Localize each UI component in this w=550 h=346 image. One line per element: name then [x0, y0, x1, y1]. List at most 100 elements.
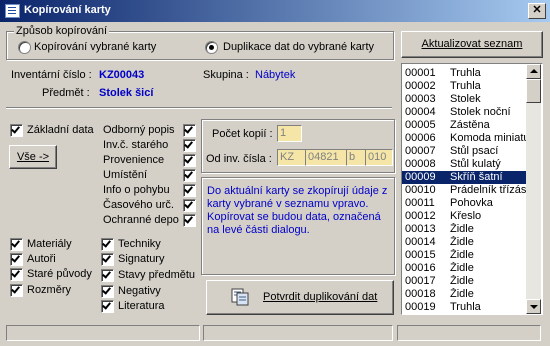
- check-old-origins-label[interactable]: Staré původy: [27, 268, 92, 280]
- check-signatures[interactable]: [101, 253, 114, 266]
- check-dating[interactable]: [183, 199, 196, 212]
- list-item-name: Židle: [450, 288, 474, 300]
- list-item[interactable]: 00016 Židle: [402, 262, 526, 275]
- list-item[interactable]: 00006 Komoda miniatu: [402, 132, 526, 145]
- check-expert-description[interactable]: [183, 124, 196, 137]
- list-item-name: Stůl kulatý: [450, 158, 501, 170]
- check-provenance[interactable]: [183, 154, 196, 167]
- list-item-code: 00004: [405, 106, 436, 118]
- check-dimensions[interactable]: [10, 284, 23, 297]
- list-item-name: Židle: [450, 223, 474, 235]
- check-object-states-label[interactable]: Stavy předmětu: [118, 269, 195, 281]
- radio-copy-selected-label[interactable]: Kopírování vybrané karty: [34, 41, 156, 53]
- list-item-name: Stůl psací: [450, 145, 499, 157]
- list-item[interactable]: 00008 Stůl kulatý: [402, 158, 526, 171]
- list-item-name: Komoda miniatu: [450, 132, 526, 144]
- list-item-name: Truhla: [450, 67, 481, 79]
- from-number-field[interactable]: 04821: [305, 149, 347, 166]
- radio-duplicate-label[interactable]: Duplikace dat do vybrané karty: [223, 41, 374, 53]
- check-protective-depot-label[interactable]: Ochranné depo: [103, 214, 179, 226]
- check-literature[interactable]: [101, 300, 114, 313]
- list-item[interactable]: 00005 Zástěna: [402, 119, 526, 132]
- info-divider: [6, 107, 392, 109]
- check-signatures-label[interactable]: Signatury: [118, 253, 164, 265]
- check-dating-label[interactable]: Časového urč.: [103, 199, 174, 211]
- scroll-thumb[interactable]: [526, 79, 541, 103]
- list-item-code: 00018: [405, 288, 436, 300]
- status-pane-1: [6, 325, 200, 341]
- check-location-label[interactable]: Umístění: [103, 169, 147, 181]
- list-item-name: Židle: [450, 236, 474, 248]
- check-movement-info[interactable]: [183, 184, 196, 197]
- copies-count-label: Počet kopií :: [212, 128, 273, 140]
- title-bar[interactable]: Kopírování karty ✕: [0, 0, 550, 22]
- list-item-name: Pohovka: [450, 197, 493, 209]
- list-item[interactable]: 00017 Židle: [402, 275, 526, 288]
- list-item[interactable]: 00001 Truhla: [402, 67, 526, 80]
- list-item[interactable]: 00019 Truhla: [402, 301, 526, 314]
- list-item[interactable]: 00013 Židle: [402, 223, 526, 236]
- list-item-code: 00008: [405, 158, 436, 170]
- list-item[interactable]: 00015 Židle: [402, 249, 526, 262]
- list-item[interactable]: 00010 Prádelník třízás: [402, 184, 526, 197]
- check-techniques-label[interactable]: Techniky: [118, 238, 161, 250]
- check-old-origins[interactable]: [10, 268, 23, 281]
- refresh-list-button[interactable]: Aktualizovat seznam: [401, 31, 543, 58]
- check-dimensions-label[interactable]: Rozměry: [27, 284, 71, 296]
- select-all-label: Vše ->: [16, 151, 50, 163]
- list-scrollbar[interactable]: [526, 64, 541, 314]
- list-item-code: 00006: [405, 132, 436, 144]
- check-authors[interactable]: [10, 253, 23, 266]
- from-suffix-field[interactable]: b: [346, 149, 366, 166]
- check-techniques[interactable]: [101, 238, 114, 251]
- list-item-name: Prádelník třízás: [450, 184, 526, 196]
- confirm-duplicate-button[interactable]: Potvrdit duplikování dat: [206, 280, 394, 315]
- check-old-inventory-label[interactable]: Inv.č. starého: [103, 139, 168, 151]
- check-basic-data[interactable]: [10, 124, 23, 137]
- check-materials-label[interactable]: Materiály: [27, 238, 72, 250]
- subject-value: Stolek šicí: [99, 87, 154, 99]
- check-basic-data-label[interactable]: Základní data: [27, 124, 94, 136]
- from-sub-field[interactable]: 010: [365, 149, 393, 166]
- scroll-up-button[interactable]: [526, 64, 541, 79]
- list-item-name: Židle: [450, 249, 474, 261]
- card-list[interactable]: 00001 Truhla 00002 Truhla 00003 Stolek 00004 St…: [401, 63, 543, 315]
- close-button[interactable]: ✕: [528, 3, 546, 19]
- select-all-button[interactable]: Vše ->: [9, 145, 57, 169]
- scroll-down-button[interactable]: [526, 299, 541, 314]
- check-authors-label[interactable]: Autoři: [27, 253, 56, 265]
- check-materials[interactable]: [10, 238, 23, 251]
- inventory-number-label: Inventární číslo :: [11, 69, 92, 81]
- check-negatives-label[interactable]: Negativy: [118, 285, 161, 297]
- list-item-code: 00017: [405, 275, 436, 287]
- check-expert-description-label[interactable]: Odborný popis: [103, 124, 175, 136]
- list-item[interactable]: 00004 Stolek noční: [402, 106, 526, 119]
- check-negatives[interactable]: [101, 285, 114, 298]
- list-item[interactable]: 00003 Stolek: [402, 93, 526, 106]
- list-item[interactable]: 00009 Skříň šatní: [402, 171, 526, 184]
- radio-copy-selected[interactable]: [18, 41, 31, 54]
- window-title: Kopírování karty: [24, 4, 111, 16]
- copies-count-field[interactable]: 1: [277, 125, 302, 142]
- list-item[interactable]: 00018 Židle: [402, 288, 526, 301]
- list-item-name: Truhla: [450, 301, 481, 313]
- list-item[interactable]: 00011 Pohovka: [402, 197, 526, 210]
- check-literature-label[interactable]: Literatura: [118, 300, 164, 312]
- list-item[interactable]: 00012 Křeslo: [402, 210, 526, 223]
- radio-duplicate-into-selected[interactable]: [205, 41, 218, 54]
- check-location[interactable]: [183, 169, 196, 182]
- list-item-name: Křeslo: [450, 210, 482, 222]
- list-item-name: Stolek: [450, 93, 481, 105]
- list-item[interactable]: 00002 Truhla: [402, 80, 526, 93]
- app-icon: [5, 4, 20, 18]
- list-item-code: 00010: [405, 184, 436, 196]
- check-object-states[interactable]: [101, 269, 114, 282]
- list-item[interactable]: 00007 Stůl psací: [402, 145, 526, 158]
- check-provenance-label[interactable]: Provenience: [103, 154, 164, 166]
- check-protective-depot[interactable]: [183, 214, 196, 227]
- check-movement-info-label[interactable]: Info o pohybu: [103, 184, 170, 196]
- check-old-inventory[interactable]: [183, 139, 196, 152]
- list-item[interactable]: 00014 Židle: [402, 236, 526, 249]
- list-item-code: 00003: [405, 93, 436, 105]
- from-prefix-field[interactable]: KZ: [277, 149, 306, 166]
